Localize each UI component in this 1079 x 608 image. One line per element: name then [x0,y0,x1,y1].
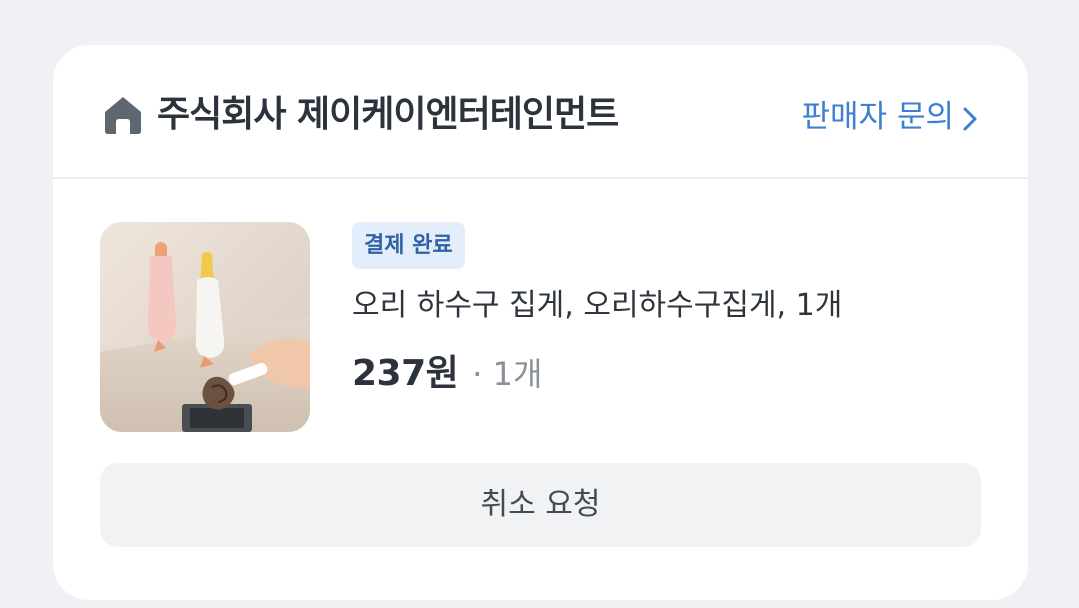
header-divider [53,177,1028,179]
cancel-request-button[interactable]: 취소 요청 [100,463,981,547]
product-price: 237원 [352,353,459,394]
seller-inquiry-link[interactable]: 판매자 문의 [802,97,978,137]
store-header: 주식회사 제이케이엔터테인먼트 판매자 문의 [53,45,1028,178]
product-thumbnail[interactable] [100,222,310,432]
price-row: 237원 · 1개 [352,344,542,396]
chevron-right-icon [962,103,978,131]
product-quantity: · 1개 [472,355,543,393]
home-icon [102,94,144,136]
product-name[interactable]: 오리 하수구 집게, 오리하수구집게, 1개 [352,286,842,326]
store-name: 주식회사 제이케이엔터테인먼트 [157,94,619,135]
order-card: 주식회사 제이케이엔터테인먼트 판매자 문의 결제 완료 오리 하수구 집게, … [53,45,1028,600]
seller-inquiry-label: 판매자 문의 [801,99,954,135]
status-badge: 결제 완료 [352,222,465,269]
